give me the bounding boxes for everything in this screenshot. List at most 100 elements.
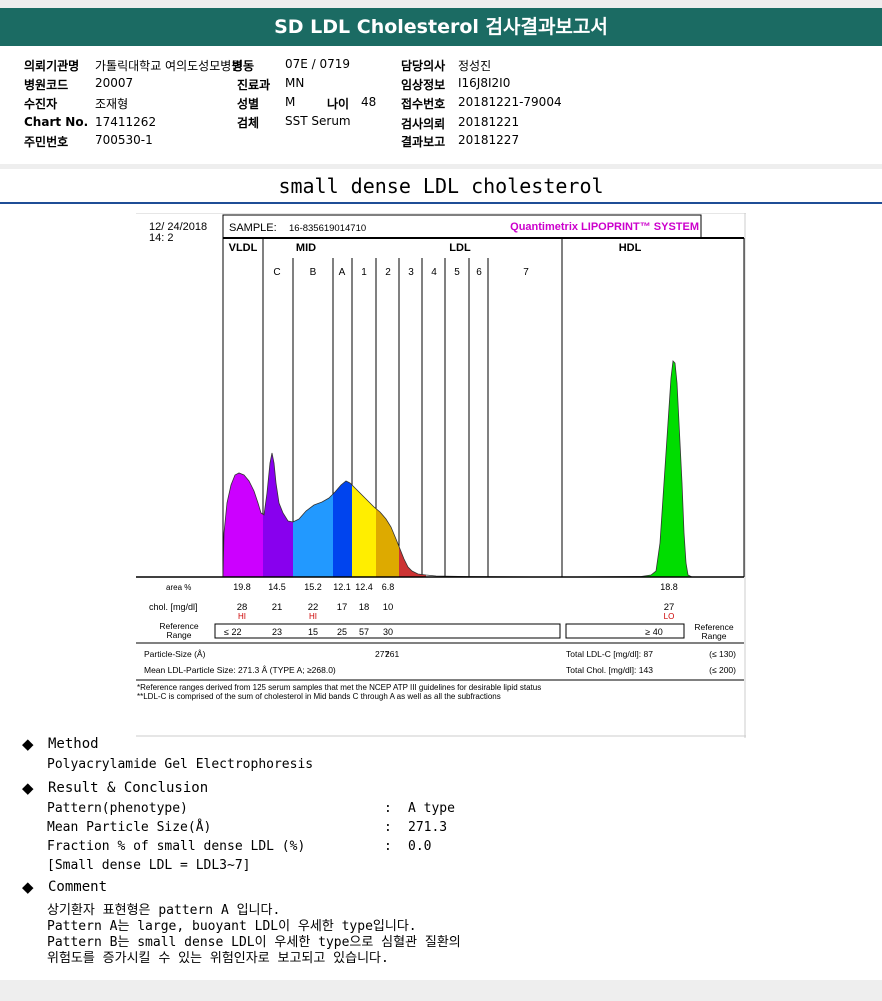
total-ldl-label: Total LDL-C [mg/dl]: 87 — [566, 649, 653, 659]
institution-label: 의뢰기관명 — [24, 59, 80, 73]
ref-box-right — [565, 623, 685, 639]
group-ldl: LDL — [449, 242, 471, 254]
top-strip — [0, 0, 882, 8]
area-value: 18.8 — [660, 582, 678, 592]
result-label-fraction: Fraction % of small dense LDL (%) — [47, 839, 306, 854]
band-fill-a — [333, 361, 352, 577]
result-colon: : — [384, 801, 392, 816]
result-date-value: 20181227 — [458, 133, 520, 147]
result-colon: : — [384, 839, 392, 854]
result-value-pattern: A type — [408, 801, 455, 816]
clinical-label: 임상정보 — [401, 78, 446, 92]
band-label-a: A — [339, 267, 346, 278]
doctor-value: 정성진 — [458, 59, 492, 73]
receipt-value: 20181221-79004 — [458, 95, 562, 109]
flag-value: HI — [309, 612, 317, 621]
hospital-code-value: 20007 — [95, 76, 134, 90]
lipoprint-chart: 12/ 24/2018 14: 2 SAMPLE: 16-83561901471… — [136, 213, 746, 738]
section-title: small dense LDL cholesterol — [278, 174, 604, 198]
band-table: 19.828HI≤ 2214.5212315.222HI1512.1172512… — [224, 582, 678, 637]
ref-value: ≥ 40 — [645, 627, 662, 637]
result-value-size: 271.3 — [408, 820, 448, 835]
band-label-c: C — [273, 267, 280, 278]
specimen-label: 검체 — [237, 116, 260, 130]
band-labels: C B A 1 2 3 4 5 6 7 — [273, 267, 529, 278]
separator — [0, 164, 882, 169]
result-value-fraction: 0.0 — [408, 839, 432, 854]
age-value: 48 — [361, 95, 377, 109]
band-fill-vldl — [223, 361, 263, 577]
flag-value: LO — [664, 612, 675, 621]
section-underline — [0, 202, 882, 204]
method-text: Polyacrylamide Gel Electrophoresis — [47, 757, 314, 772]
comment-line: 위험도를 증가시킬 수 있는 위험인자로 보고되고 있습니다. — [47, 951, 389, 966]
band-label-6: 6 — [476, 267, 482, 278]
total-chol-ref: (≤ 200) — [709, 665, 736, 675]
row-chol-label: chol. [mg/dl] — [149, 602, 198, 612]
group-hdl: HDL — [619, 242, 642, 254]
row-ref-label-2: Range — [166, 630, 191, 640]
band-fill-b — [293, 361, 333, 577]
total-ldl-ref: (≤ 130) — [709, 649, 736, 659]
ward-label: 병동 — [232, 59, 255, 73]
footnote-2: **LDL-C is comprised of the sum of chole… — [137, 692, 501, 701]
dept-value: MN — [285, 76, 305, 90]
patient-info: 의뢰기관명 가톨릭대학교 여의도성모병원 병동 07E / 0719 담당의사 … — [0, 46, 882, 164]
comment-bullet-icon: ◆ — [22, 878, 34, 896]
mean-ldl-label: Mean LDL-Particle Size: 271.3 Å (TYPE A;… — [144, 665, 336, 675]
area-value: 12.1 — [333, 582, 351, 592]
flag-value: HI — [238, 612, 246, 621]
area-value: 15.2 — [304, 582, 322, 592]
area-value: 12.4 — [355, 582, 373, 592]
ref-value: 30 — [383, 627, 393, 637]
examinee-label: 수진자 — [24, 97, 58, 111]
band-label-1: 1 — [361, 267, 367, 278]
result-heading: Result & Conclusion — [48, 780, 209, 796]
resident-value: 700530-1 — [95, 133, 153, 147]
sex-label: 성별 — [237, 97, 260, 111]
area-value: 6.8 — [382, 582, 395, 592]
hospital-code-label: 병원코드 — [24, 78, 69, 92]
result-label-pattern: Pattern(phenotype) — [47, 801, 188, 816]
ref-value: 25 — [337, 627, 347, 637]
band-fill-hdl — [562, 361, 744, 577]
band-fill-1 — [352, 361, 376, 577]
report-title: SD LDL Cholesterol 검사결과보고서 — [0, 8, 882, 46]
method-heading: Method — [48, 736, 99, 752]
ref-right-2: Range — [701, 631, 726, 641]
institution-value: 가톨릭대학교 여의도성모병원 — [95, 59, 243, 73]
band-fill-none — [426, 361, 562, 577]
bottom-bar — [0, 980, 882, 1001]
chart-label: Chart No. — [24, 115, 89, 129]
sample-label: SAMPLE: — [229, 222, 277, 234]
clinical-value: I16J8I2I0 — [458, 76, 511, 90]
ref-value: 23 — [272, 627, 282, 637]
comment-heading: Comment — [48, 879, 108, 895]
electropherogram-fill — [223, 361, 744, 577]
row-area-label: area % — [166, 583, 191, 592]
group-mid: MID — [296, 242, 316, 254]
result-note: [Small dense LDL = LDL3~7] — [47, 858, 251, 873]
chol-value: 10 — [383, 602, 394, 613]
chol-value: 17 — [337, 602, 348, 613]
ref-value: ≤ 22 — [224, 627, 241, 637]
method-bullet-icon: ◆ — [22, 735, 34, 753]
result-colon: : — [384, 820, 392, 835]
ref-value: 15 — [308, 627, 318, 637]
lipoprint-report: 12/ 24/2018 14: 2 SAMPLE: 16-83561901471… — [136, 213, 746, 738]
result-date-label: 결과보고 — [401, 135, 446, 149]
band-label-5: 5 — [454, 267, 460, 278]
band-label-7: 7 — [523, 267, 529, 278]
particle-size-2: 261 — [385, 649, 399, 659]
particle-size-label: Particle-Size (Å) — [144, 649, 206, 659]
request-value: 20181221 — [458, 115, 520, 129]
band-label-4: 4 — [431, 267, 437, 278]
band-label-2: 2 — [385, 267, 391, 278]
sample-id: 16-835619014710 — [289, 223, 366, 234]
doctor-label: 담당의사 — [401, 59, 446, 73]
receipt-label: 접수번호 — [401, 97, 446, 111]
resident-label: 주민번호 — [24, 135, 69, 149]
report-time: 14: 2 — [149, 232, 173, 244]
examinee-value: 조재형 — [95, 97, 129, 111]
band-fill-c — [263, 361, 293, 577]
